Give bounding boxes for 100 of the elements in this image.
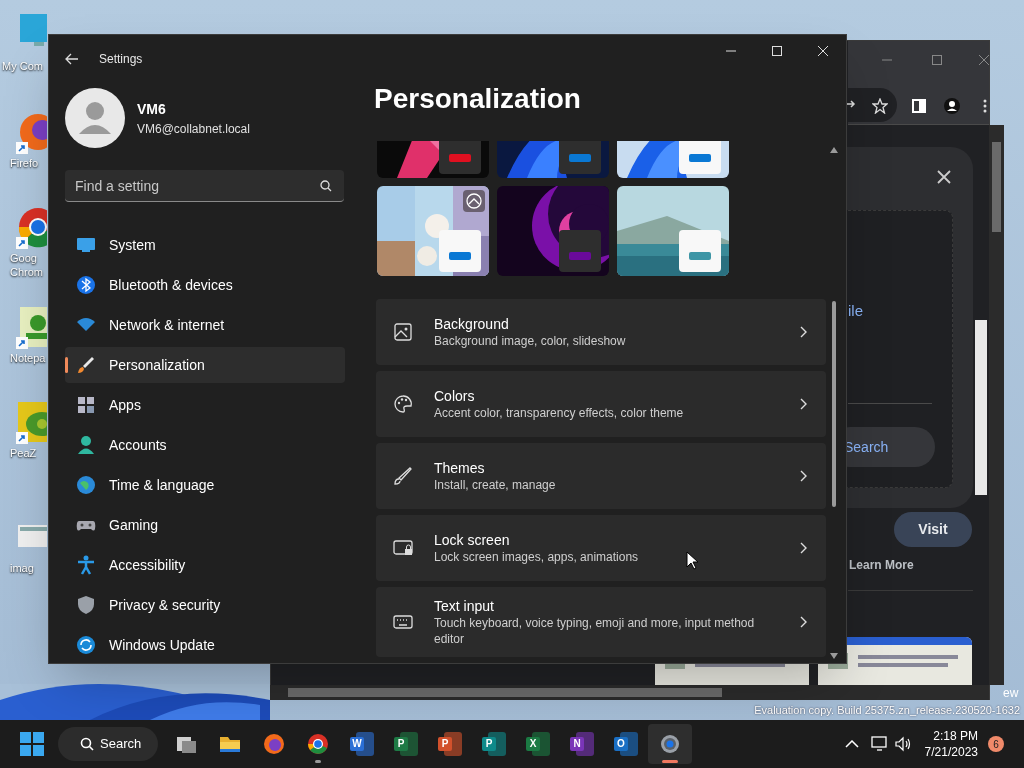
taskbar-app[interactable]: N — [560, 724, 604, 764]
chevron-up-icon[interactable] — [844, 740, 859, 748]
desktop-icon-label: imag — [10, 561, 34, 575]
settings-card[interactable]: Colors Accent color, transparency effects, color theme — [376, 371, 826, 437]
desktop-icon[interactable] — [16, 305, 47, 349]
card-subtitle: Accent color, transparency effects, color theme — [434, 405, 684, 421]
nav-item[interactable]: Apps — [65, 387, 345, 423]
user-name: VM6 — [137, 99, 167, 119]
taskbar-search[interactable]: Search — [58, 727, 158, 761]
chevron-right-icon — [800, 542, 808, 554]
search-field[interactable]: Find a setting — [65, 170, 344, 202]
watermark-text: Evaluation copy. Build 25375.zn_release.230520-1632 — [754, 703, 1020, 718]
profile-icon[interactable] — [944, 98, 960, 114]
chevron-right-icon — [800, 326, 808, 338]
nav-item[interactable]: Accounts — [65, 427, 345, 463]
taskbar-app[interactable]: X — [516, 724, 560, 764]
taskbar-app[interactable]: O — [604, 724, 648, 764]
app-logo: O — [614, 737, 628, 751]
app-logo: W — [350, 737, 364, 751]
chevron-right-icon — [800, 616, 808, 628]
card-subtitle: Touch keyboard, voice typing, emoji and more, input method editor — [434, 615, 756, 647]
nav-icon — [76, 275, 96, 295]
network-icon[interactable] — [870, 736, 889, 752]
settings-card[interactable]: Themes Install, create, manage — [376, 443, 826, 509]
nav-item[interactable]: Privacy & security — [65, 587, 345, 623]
nav-item[interactable]: Network & internet — [65, 307, 345, 343]
visit-button[interactable]: Visit — [894, 512, 972, 547]
card-title: Themes — [434, 459, 485, 477]
card-icon — [393, 322, 413, 342]
nav-item[interactable]: Personalization — [65, 347, 345, 383]
nav-item[interactable]: Bluetooth & devices — [65, 267, 345, 303]
search-icon — [320, 180, 332, 192]
desktop-icon-label: Firefo — [10, 156, 39, 170]
close-icon[interactable] — [977, 54, 991, 66]
app-logo: P — [438, 737, 452, 751]
nav-item[interactable]: Windows Update — [65, 627, 345, 663]
maximize-icon[interactable] — [771, 46, 783, 56]
taskbar-app[interactable]: P — [472, 724, 516, 764]
nav-item[interactable]: Accessibility — [65, 547, 345, 583]
settings-card[interactable]: Text input Touch keyboard, voice typing, emoji and more, input method editor — [376, 587, 826, 657]
chevron-right-icon — [800, 398, 808, 410]
chevron-right-icon — [800, 470, 808, 482]
desktop-icon[interactable] — [16, 400, 47, 444]
nav-icon — [76, 555, 96, 575]
window-title: Settings — [99, 51, 143, 68]
card-subtitle: Lock screen images, apps, animations — [434, 549, 639, 565]
start-icon[interactable] — [20, 732, 44, 756]
nav-icon — [76, 235, 96, 255]
card-title: Background — [434, 315, 509, 333]
nav-icon — [76, 435, 96, 455]
card-title: Lock screen — [434, 531, 510, 549]
cursor-icon — [686, 551, 698, 570]
scrollbar-thumb[interactable] — [832, 301, 836, 507]
edge-text: ew — [1003, 685, 1019, 702]
browser-icon — [262, 732, 286, 756]
dialog-text: ile — [848, 301, 863, 321]
nav-icon — [76, 595, 96, 615]
settings-icon — [658, 732, 682, 756]
clock[interactable]: 2:18 PM 7/21/2023 — [924, 728, 978, 760]
scrollbar-thumb[interactable] — [992, 142, 1001, 232]
card-icon — [393, 612, 413, 632]
taskbar-app[interactable]: W — [340, 724, 384, 764]
learn-more-link[interactable]: Learn More — [849, 556, 914, 574]
scroll-down-icon[interactable] — [830, 653, 838, 659]
scrollbar-thumb[interactable] — [288, 688, 722, 697]
nav-icon — [76, 635, 96, 655]
taskbar-app[interactable]: P — [428, 724, 472, 764]
settings-card[interactable]: Background Background image, color, slideshow — [376, 299, 826, 365]
avatar-icon — [65, 88, 125, 148]
nav-item[interactable]: Gaming — [65, 507, 345, 543]
user-email: VM6@collabnet.local — [137, 120, 250, 138]
back-icon[interactable] — [65, 53, 79, 65]
star-icon[interactable] — [872, 98, 888, 114]
desktop-icon-label: My Com — [2, 59, 43, 73]
desktop-icon-label: Goog — [10, 251, 37, 265]
card-subtitle: Install, create, manage — [434, 477, 556, 493]
nav-icon — [76, 475, 96, 495]
desktop-icon-label: Notepa — [10, 351, 46, 365]
card-icon — [393, 538, 413, 558]
card-icon — [393, 394, 413, 414]
nav-item[interactable]: System — [65, 227, 345, 263]
taskbar-app[interactable] — [648, 724, 692, 764]
card-icon — [393, 466, 413, 486]
nav-item[interactable]: Time & language — [65, 467, 345, 503]
selection-indicator — [65, 357, 68, 373]
desktop-icon-label: PeaZ — [10, 446, 37, 460]
volume-icon[interactable] — [894, 736, 911, 752]
app-logo: N — [570, 737, 584, 751]
browser-icon — [306, 732, 330, 756]
taskbar-app[interactable]: P — [384, 724, 428, 764]
app-logo: P — [482, 737, 496, 751]
app-logo: P — [394, 737, 408, 751]
nav-icon — [76, 355, 96, 375]
page-heading: Personalization — [373, 83, 582, 116]
nav-icon — [76, 395, 96, 415]
settings-card[interactable]: Lock screen Lock screen images, apps, animations — [376, 515, 826, 581]
close-icon[interactable] — [937, 170, 951, 184]
card-title: Colors — [434, 387, 475, 405]
sidebar-icon[interactable] — [911, 98, 927, 114]
scroll-up-icon[interactable] — [830, 147, 838, 153]
